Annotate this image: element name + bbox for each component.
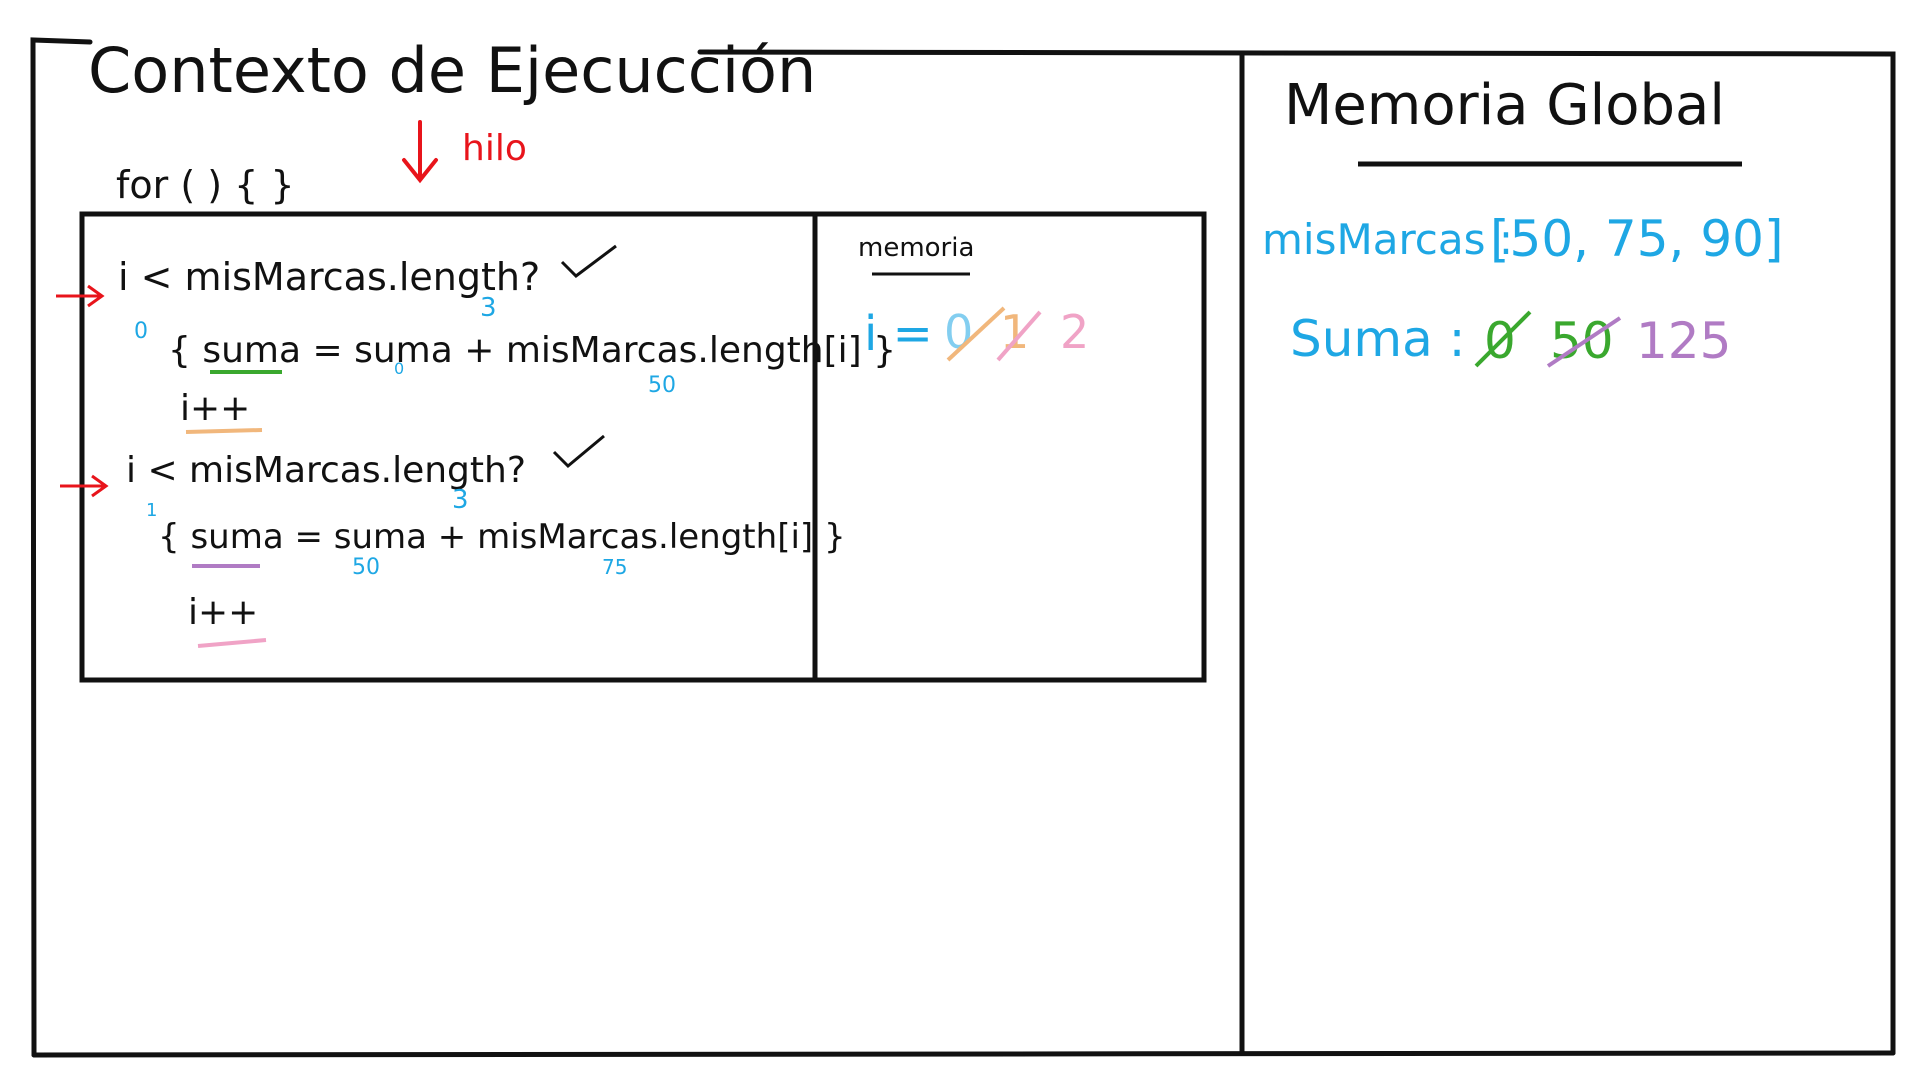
memory-var: i = bbox=[864, 306, 933, 362]
length-value: 3 bbox=[452, 485, 469, 515]
increment-underline bbox=[185, 428, 263, 434]
length-value: 3 bbox=[480, 293, 497, 323]
condition-text: i < misMarcas.length? bbox=[118, 255, 540, 299]
local-memory: memoria i = 0 1 2 bbox=[858, 233, 1089, 362]
frame-top-right-edge bbox=[697, 49, 1896, 1056]
suma-value: 50 bbox=[352, 555, 380, 580]
element-value: 50 bbox=[648, 373, 676, 398]
suma-value-1: 50 bbox=[1550, 312, 1614, 370]
iteration-1: i < misMarcas.length? 0 3 { suma = suma … bbox=[56, 244, 896, 434]
body-text: { suma = suma + misMarcas.length[i] } bbox=[168, 330, 896, 371]
array-name: misMarcas : bbox=[1262, 215, 1513, 264]
memory-value-2: 2 bbox=[1060, 305, 1089, 359]
step-arrow-icon bbox=[56, 284, 105, 308]
i-value: 0 bbox=[134, 319, 148, 344]
iteration-2: i < misMarcas.length? 1 3 { suma = suma … bbox=[60, 434, 846, 648]
thread-indicator: hilo bbox=[402, 120, 527, 184]
execution-context-title: Contexto de Ejecucción bbox=[88, 34, 816, 107]
element-value: 75 bbox=[602, 555, 627, 579]
global-memory-title: Memoria Global bbox=[1284, 73, 1725, 138]
frame-bottom-edge bbox=[31, 1050, 1896, 1058]
suma-value-2: 125 bbox=[1636, 312, 1731, 370]
check-icon bbox=[552, 434, 605, 469]
i-value: 1 bbox=[146, 500, 157, 521]
check-icon bbox=[560, 244, 617, 278]
thread-arrow-icon bbox=[402, 120, 438, 184]
whiteboard: Contexto de Ejecucción hilo for ( ) { } … bbox=[30, 34, 1896, 1058]
thread-label: hilo bbox=[462, 128, 527, 169]
increment-text: i++ bbox=[180, 388, 250, 429]
body-text: { suma = suma + misMarcas.length[i] } bbox=[158, 517, 846, 557]
suma-value: 0 bbox=[394, 359, 404, 378]
for-label: for ( ) { } bbox=[116, 163, 295, 207]
memory-title: memoria bbox=[858, 233, 974, 263]
increment-underline bbox=[197, 638, 267, 648]
array-value: [50, 75, 90] bbox=[1490, 210, 1783, 268]
global-memory: Memoria Global misMarcas : [50, 75, 90] … bbox=[1262, 73, 1783, 370]
suma-name: Suma : bbox=[1290, 310, 1466, 368]
increment-text: i++ bbox=[188, 592, 258, 633]
